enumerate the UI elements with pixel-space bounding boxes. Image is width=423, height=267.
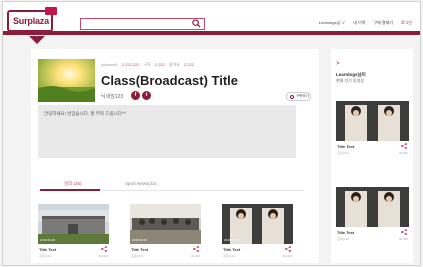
- content-tabs: 강의 (26) Sport News(22): [38, 177, 304, 191]
- nav-history[interactable]: 내 이력: [353, 20, 365, 26]
- sns-links: f t: [131, 91, 151, 100]
- video-views: 00,000: [398, 237, 408, 241]
- twitter-icon[interactable]: t: [142, 91, 151, 100]
- video-views: 00,000: [98, 254, 108, 258]
- nav-purchase[interactable]: 구매 결제기: [373, 20, 393, 26]
- search-icon[interactable]: [192, 19, 201, 28]
- video-title[interactable]: Title Text: [131, 247, 148, 252]
- channel-description: 안녕하세요! 반갑습니다. 잘 부탁 드립니다^^: [38, 105, 296, 158]
- two-people-image: [336, 187, 409, 227]
- video-grid: 2016.06.00 Title Text 조회수00 00,000 2016.…: [38, 204, 304, 259]
- sidebar-popular: > Learnlogs님이 현재 인기 동영상 Title Text 조회수00…: [331, 49, 413, 263]
- app-frame: Surplaza Learnlogs님 ∨ 내 이력 구매 결제기 로그인 (c…: [2, 1, 421, 266]
- active-tab-indicator: [40, 189, 100, 191]
- share-icon[interactable]: [401, 229, 407, 235]
- description-text: 안녕하세요! 반갑습니다. 잘 부탁 드립니다^^: [44, 111, 127, 116]
- facebook-icon[interactable]: f: [131, 91, 140, 100]
- channel-meta: (channel) 2,222,222 구독 2,222 좋아요 2,222: [101, 62, 194, 68]
- logo-text: Surplaza: [13, 16, 49, 26]
- video-thumbnail[interactable]: 2016.06.00: [222, 204, 293, 244]
- video-title[interactable]: Title Text: [39, 247, 56, 252]
- video-meta: 조회수00: [223, 254, 235, 258]
- video-thumbnail[interactable]: 2016.06.00: [130, 204, 201, 244]
- sidebar-subtitle: 현재 인기 동영상: [336, 78, 364, 83]
- meta-count: 2,222,222: [121, 62, 140, 67]
- follow-label: 구독하기: [296, 94, 309, 98]
- logo-pointer: [29, 36, 45, 44]
- chevron-right-icon[interactable]: >: [336, 61, 340, 67]
- video-date: 2016.06.00: [40, 238, 56, 242]
- video-title[interactable]: Title Text: [337, 230, 354, 235]
- tab-sport-news[interactable]: Sport News(22): [125, 181, 156, 186]
- channel-username[interactable]: 닉네임123: [101, 93, 123, 100]
- logo-tag-icon: [45, 7, 57, 15]
- sidebar-video-card[interactable]: Title Text 조회수00 00,000: [336, 187, 409, 242]
- video-card[interactable]: 2016.06.00 Title Text 조회수00 00,000: [38, 204, 109, 259]
- video-views: 00,000: [282, 254, 292, 258]
- video-views: 00,000: [190, 254, 200, 258]
- video-meta: 조회수00: [337, 237, 349, 241]
- sunrise-image: [38, 59, 95, 102]
- channel-title: Class(Broadcast) Title: [101, 73, 239, 88]
- share-icon[interactable]: [401, 143, 407, 149]
- top-header: Surplaza Learnlogs님 ∨ 내 이력 구매 결제기 로그인: [3, 2, 420, 35]
- site-logo[interactable]: Surplaza: [7, 7, 57, 32]
- meta-channel: (channel): [101, 62, 118, 67]
- video-title[interactable]: Title Text: [223, 247, 240, 252]
- two-people-image: [336, 101, 409, 141]
- sidebar-video-card[interactable]: Title Text 조회수00 00,000: [336, 101, 409, 156]
- video-date: 2016.06.00: [132, 238, 148, 242]
- share-icon[interactable]: [285, 246, 291, 252]
- meta-like-label: 좋아요: [168, 62, 180, 67]
- share-icon[interactable]: [193, 246, 199, 252]
- tab-lectures[interactable]: 강의 (26): [64, 181, 82, 187]
- plus-circle-icon: [290, 94, 294, 99]
- follow-button[interactable]: 구독하기: [286, 92, 311, 101]
- video-card[interactable]: 2016.06.00 Title Text 조회수00 00,000: [130, 204, 201, 259]
- video-meta: 조회수00: [131, 254, 143, 258]
- meta-subscribe-label: 구독: [143, 62, 151, 67]
- video-title[interactable]: Title Text: [337, 144, 354, 149]
- meta-subscribe-count: 2,222: [154, 62, 165, 67]
- video-thumbnail[interactable]: [336, 187, 409, 227]
- nav-login[interactable]: 로그인: [401, 20, 412, 26]
- video-date: 2016.06.00: [224, 238, 240, 242]
- channel-panel: (channel) 2,222,222 구독 2,222 좋아요 2,222 C…: [31, 49, 319, 263]
- video-thumbnail[interactable]: 2016.06.00: [38, 204, 109, 244]
- meta-like-count: 2,222: [183, 62, 194, 67]
- video-meta: 조회수00: [39, 254, 51, 258]
- nav-user-menu[interactable]: Learnlogs님 ∨: [319, 20, 345, 26]
- top-nav: Learnlogs님 ∨ 내 이력 구매 결제기 로그인: [319, 20, 412, 26]
- video-thumbnail[interactable]: [336, 101, 409, 141]
- video-views: 00,000: [398, 151, 408, 155]
- video-card[interactable]: 2016.06.00 Title Text 조회수00 00,000: [222, 204, 293, 259]
- search-input[interactable]: [80, 18, 205, 30]
- channel-thumbnail[interactable]: [38, 59, 95, 102]
- video-meta: 조회수00: [337, 151, 349, 155]
- share-icon[interactable]: [101, 246, 107, 252]
